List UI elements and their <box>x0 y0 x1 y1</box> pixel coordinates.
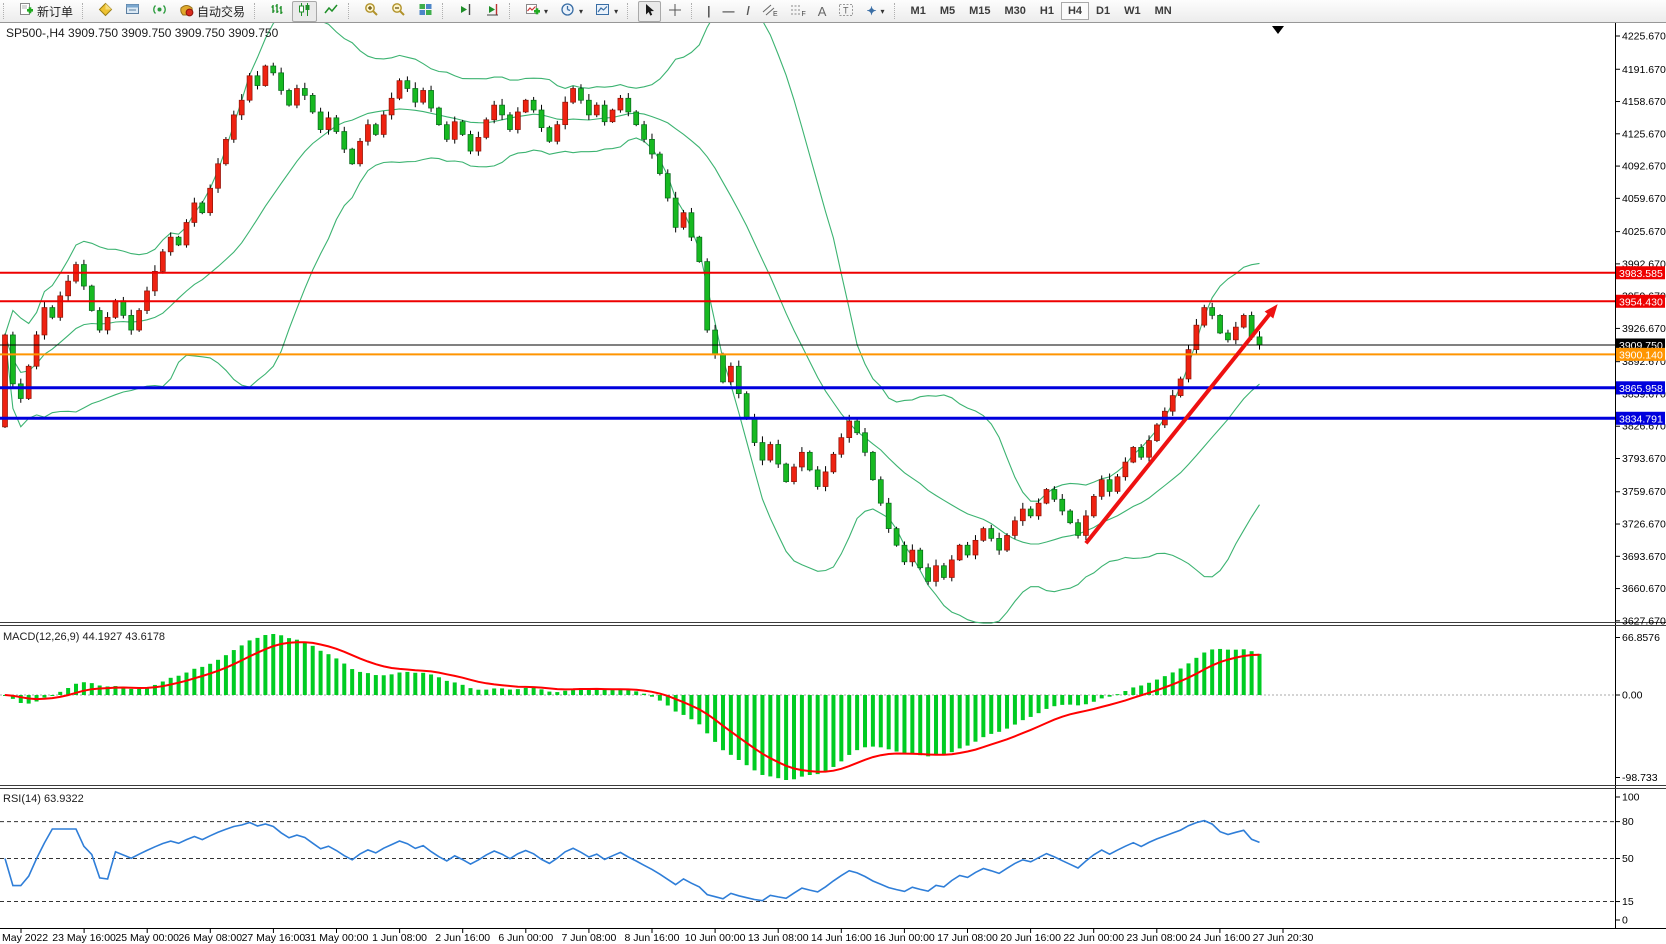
arrows-button[interactable]: ✦ ▾ <box>861 1 889 22</box>
timeframe-h1[interactable]: H1 <box>1033 2 1061 20</box>
navigator-button[interactable] <box>147 1 172 22</box>
new-order-icon <box>19 2 34 20</box>
horizontal-line-button[interactable]: — <box>717 1 739 22</box>
fibonacci-button[interactable]: F <box>785 1 811 22</box>
market-watch-icon <box>98 2 113 20</box>
periods-button[interactable]: ▾ <box>555 1 588 22</box>
toolbar-grip <box>82 3 89 19</box>
timeframe-m15[interactable]: M15 <box>962 2 997 20</box>
zoom-in-icon <box>364 2 379 20</box>
toolbar-grip <box>691 3 698 19</box>
cursor-icon <box>643 3 656 20</box>
timeframe-m5[interactable]: M5 <box>933 2 962 20</box>
template-icon <box>595 2 610 20</box>
templates-button[interactable]: ▾ <box>590 1 623 22</box>
chart-title: SP500-,H4 3909.750 3909.750 3909.750 390… <box>6 26 278 40</box>
tile-windows-icon <box>418 2 433 20</box>
fibonacci-icon: F <box>790 3 806 20</box>
chevron-down-icon: ▾ <box>544 7 548 16</box>
vertical-line-button[interactable]: | <box>702 1 715 22</box>
clock-icon <box>560 2 575 20</box>
algo-trading-icon <box>179 2 194 20</box>
rsi-indicator-label: RSI(14) 63.9322 <box>3 793 84 805</box>
text-label-button[interactable]: T <box>833 1 859 22</box>
bar-chart-button[interactable] <box>265 1 290 22</box>
toolbar-grip <box>509 3 516 19</box>
zoom-out-button[interactable] <box>386 1 411 22</box>
candlestick-chart-icon <box>297 2 312 20</box>
cursor-button[interactable] <box>638 1 661 22</box>
data-window-button[interactable] <box>120 1 145 22</box>
new-order-button[interactable]: 新订单 <box>14 1 78 22</box>
price-axis[interactable] <box>1616 23 1666 928</box>
text-label-icon: T <box>838 3 854 20</box>
timeframe-m30[interactable]: M30 <box>998 2 1033 20</box>
algo-trading-button[interactable]: 自动交易 <box>174 1 250 22</box>
main-toolbar: 新订单 自动交易 <box>0 0 1666 23</box>
equidistant-channel-button[interactable]: E <box>757 1 783 22</box>
indicators-button[interactable]: ▾ <box>520 1 553 22</box>
toolbar-grip <box>442 3 449 19</box>
time-axis[interactable] <box>0 929 1666 944</box>
chevron-down-icon: ▾ <box>579 7 583 16</box>
chart-canvas[interactable]: 4225.6704191.6704158.6704125.6704092.670… <box>0 0 1666 944</box>
text-icon: A <box>818 5 827 18</box>
timeframe-d1[interactable]: D1 <box>1089 2 1117 20</box>
timeframe-m1[interactable]: M1 <box>904 2 933 20</box>
panel-divider-macd[interactable] <box>0 619 1615 628</box>
zoom-in-button[interactable] <box>359 1 384 22</box>
chevron-down-icon: ▾ <box>881 7 885 16</box>
market-watch-button[interactable] <box>93 1 118 22</box>
data-window-icon <box>125 2 140 20</box>
candlestick-chart-button[interactable] <box>292 1 317 22</box>
line-chart-icon <box>324 2 339 20</box>
equidistant-channel-icon: E <box>762 3 778 20</box>
arrows-icon: ✦ <box>866 5 876 17</box>
toolbar-grip <box>3 3 10 19</box>
toolbar-grip <box>254 3 261 19</box>
trendline-button[interactable]: / <box>741 1 754 22</box>
toolbar-grip <box>627 3 634 19</box>
horizontal-line-icon: — <box>722 5 734 17</box>
toolbar-grip <box>894 3 901 19</box>
algo-trading-label: 自动交易 <box>197 3 245 20</box>
auto-scroll-button[interactable] <box>480 1 505 22</box>
vertical-line-icon: | <box>707 5 710 17</box>
timeframe-h4[interactable]: H4 <box>1061 2 1089 20</box>
svg-text:T: T <box>843 5 849 15</box>
macd-indicator-label: MACD(12,26,9) 44.1927 43.6178 <box>3 631 165 643</box>
indicators-icon <box>525 2 540 20</box>
text-button[interactable]: A <box>813 1 832 22</box>
crosshair-button[interactable] <box>663 1 687 22</box>
timeframe-mn[interactable]: MN <box>1148 2 1179 20</box>
bar-chart-icon <box>270 2 285 20</box>
svg-text:E: E <box>773 11 778 17</box>
panel-divider-rsi[interactable] <box>0 782 1615 791</box>
zoom-out-icon <box>391 2 406 20</box>
navigator-icon <box>152 2 167 20</box>
chart-shift-button[interactable] <box>453 1 478 22</box>
tile-windows-button[interactable] <box>413 1 438 22</box>
auto-scroll-icon <box>485 2 500 20</box>
timeframe-w1[interactable]: W1 <box>1117 2 1148 20</box>
trendline-icon: / <box>746 5 749 17</box>
crosshair-icon <box>668 3 682 20</box>
toolbar-grip <box>348 3 355 19</box>
chart-shift-icon <box>458 2 473 20</box>
chevron-down-icon: ▾ <box>614 7 618 16</box>
svg-text:F: F <box>801 11 805 17</box>
new-order-label: 新订单 <box>37 3 73 20</box>
line-chart-button[interactable] <box>319 1 344 22</box>
